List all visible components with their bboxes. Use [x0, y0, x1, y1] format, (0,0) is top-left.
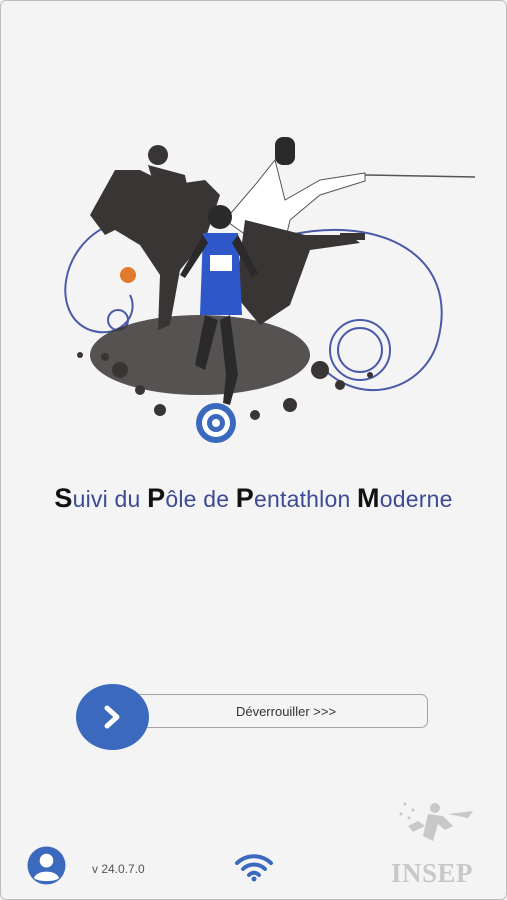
chevron-right-icon	[104, 705, 119, 729]
title-rest-3: entathlon	[254, 486, 358, 512]
unlock-label: Déverrouiller >>>	[235, 703, 337, 719]
app-title: Suivi du Pôle de Pentathlon Moderne	[0, 483, 507, 514]
unlock-slider[interactable]: Déverrouiller >>>	[76, 684, 431, 750]
title-cap-4: M	[357, 483, 380, 513]
app-version: v 24.0.7.0	[92, 862, 145, 876]
insep-logo-text: INSEP	[390, 858, 474, 888]
wifi-icon	[235, 854, 273, 882]
title-cap-2: P	[147, 483, 166, 513]
title-cap-3: P	[235, 483, 255, 513]
title-cap-1: S	[54, 483, 73, 513]
unlock-track[interactable]: Déverrouiller >>>	[116, 694, 428, 728]
title-rest-4: oderne	[379, 486, 453, 512]
unlock-handle[interactable]	[76, 684, 149, 750]
title-rest-2: ôle de	[165, 486, 236, 512]
user-icon[interactable]	[27, 846, 66, 885]
pentathlon-illustration	[64, 137, 476, 443]
title-rest-1: uivi du	[72, 486, 148, 512]
